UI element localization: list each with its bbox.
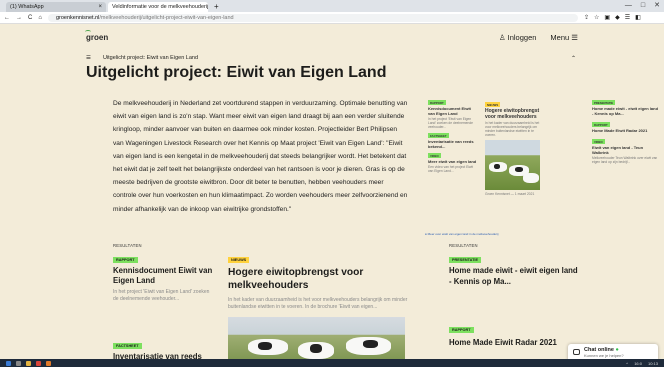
badge: VIDEO bbox=[592, 139, 605, 144]
intro-paragraph: De melkveehouderij in Nederland zet voor… bbox=[113, 100, 408, 213]
url-path: /melkveehouderij/uitgelicht-project-eiwi… bbox=[99, 14, 234, 21]
results-label-left: RESULTATEN bbox=[113, 243, 142, 248]
tab-label: Veldinformatie voor de melkveehouderij bbox=[112, 4, 208, 10]
preview-item[interactable]: RAPPORT Home Made Eiwit Radar 2021 bbox=[592, 122, 658, 133]
note-text: Meer over eiwit van eigen land in de mel… bbox=[427, 232, 499, 236]
menu-button[interactable]: Menu ☰ bbox=[550, 33, 578, 42]
preview-item[interactable]: VIDEO Eiwit van eigen land - Teun Walbrin… bbox=[592, 139, 658, 164]
extensions: ⇪ ☆ ▣ ◆ ☰ ◧ bbox=[584, 14, 641, 21]
browser-tab-bar: (1) WhatsApp × Veldinformatie voor de mel… bbox=[0, 0, 664, 12]
preview-title: Meer eiwit van eigen land bbox=[428, 159, 477, 164]
user-icon: ♙ bbox=[498, 32, 508, 42]
minimize-button[interactable]: — bbox=[625, 0, 632, 11]
preview-item[interactable]: VIDEO Meer eiwit van eigen land Een video … bbox=[428, 153, 478, 173]
badge-rapport-2: RAPPORT bbox=[449, 327, 474, 333]
page-subnav[interactable]: ☰ Uitgelicht project: Eiwit van Eigen La… bbox=[86, 52, 576, 64]
badge-rapport: RAPPORT bbox=[113, 257, 138, 263]
url-domain: groenkennisnet.nl bbox=[55, 14, 100, 21]
preview-title: Kennisdocument Eiwit van Eigen Land bbox=[428, 106, 471, 116]
preview-title: Home Made Eiwit Radar 2021 bbox=[592, 128, 648, 133]
tray-text: 16:0 bbox=[634, 360, 642, 366]
hamburger-icon: ☰ bbox=[569, 32, 578, 42]
results-preview[interactable]: RAPPORT Kennisdocument Eiwit van Eigen La… bbox=[425, 98, 660, 238]
puzzle-icon[interactable]: ◆ bbox=[615, 14, 620, 21]
badge: VIDEO bbox=[428, 153, 441, 158]
preview-item[interactable]: PRESENTATIE Home made eiwit - eiwit eigen… bbox=[592, 100, 658, 116]
preview-text: Een video van het project Eiwit van Eige… bbox=[428, 165, 474, 173]
share-icon[interactable]: ⇪ bbox=[584, 14, 589, 21]
chat-subtitle: Kunnen we je helpen? bbox=[584, 353, 624, 358]
preview-text: In het kader van duurzaamheid is het voo… bbox=[485, 121, 540, 137]
reload-icon[interactable]: C bbox=[28, 15, 32, 21]
results-label-right: RESULTATEN bbox=[449, 243, 478, 248]
bookmark-star-icon[interactable]: ☆ bbox=[594, 14, 599, 21]
badge: PRESENTATIE bbox=[592, 100, 616, 105]
search-icon[interactable] bbox=[16, 360, 21, 366]
badge: RAPPORT bbox=[428, 100, 446, 105]
tab-whatsapp[interactable]: (1) WhatsApp × bbox=[6, 2, 106, 12]
chrome-icon[interactable] bbox=[36, 360, 41, 366]
preview-title: Eiwit van eigen land - Teun Walbrink bbox=[592, 145, 644, 155]
card-text-eiwitopbrengst: In het kader van duurzaamheid is het voo… bbox=[228, 297, 408, 310]
groen-logo[interactable]: groen bbox=[84, 29, 108, 42]
site-header: groen ♙ Inloggen Menu ☰ bbox=[0, 25, 664, 49]
login-label: Inloggen bbox=[507, 32, 537, 42]
close-icon[interactable]: × bbox=[98, 2, 102, 12]
preview-left-column: RAPPORT Kennisdocument Eiwit van Eigen La… bbox=[428, 100, 478, 173]
new-tab-button[interactable]: + bbox=[210, 2, 223, 12]
back-icon[interactable]: ← bbox=[4, 15, 10, 21]
home-icon[interactable]: ⌂ bbox=[38, 15, 42, 21]
menu-icon[interactable]: ☰ bbox=[625, 14, 630, 21]
preview-title: Hogere eiwitopbrengst voor melkveehouder… bbox=[485, 108, 540, 120]
extension-icon[interactable]: ▣ bbox=[604, 14, 610, 21]
preview-text: In het project 'Eiwit van Eigen Land' zo… bbox=[428, 117, 473, 129]
badge: FACTSHEET bbox=[428, 133, 449, 138]
window-controls: — □ ✕ bbox=[625, 0, 660, 11]
page-title: Uitgelicht project: Eiwit van Eigen Land bbox=[86, 64, 387, 81]
badge: RAPPORT bbox=[592, 122, 610, 127]
preview-item[interactable]: RAPPORT Kennisdocument Eiwit van Eigen La… bbox=[428, 100, 478, 129]
chevron-up-icon[interactable]: ⌃ bbox=[571, 55, 576, 62]
login-button[interactable]: ♙ Inloggen bbox=[499, 33, 537, 42]
preview-right-column: PRESENTATIE Home made eiwit - eiwit eigen… bbox=[592, 100, 658, 164]
preview-item[interactable]: FACTSHEET Inventarisatie van reeds bekend… bbox=[428, 133, 478, 149]
os-taskbar: ^ 16:0 10:13 bbox=[0, 359, 664, 367]
subnav-label: Uitgelicht project: Eiwit van Eigen Land bbox=[102, 55, 199, 61]
url-field[interactable]: groenkennisnet.nl/melkveehouderij/uitgel… bbox=[47, 13, 578, 22]
cows-image bbox=[485, 140, 540, 190]
preview-text: Melkveehouder Teun Walbrink over eiwit v… bbox=[592, 156, 658, 164]
forward-icon[interactable]: → bbox=[16, 15, 22, 21]
tab-groenkennisnet[interactable]: Veldinformatie voor de melkveehouderij× bbox=[108, 2, 208, 12]
preview-title: Inventarisatie van reeds bekend... bbox=[428, 139, 474, 149]
list-icon: ☰ bbox=[86, 55, 91, 61]
menu-label: Menu bbox=[550, 32, 570, 42]
tray-expand-icon[interactable]: ^ bbox=[626, 361, 628, 366]
badge: NIEUWS bbox=[485, 102, 501, 107]
system-tray: ^ 16:0 10:13 bbox=[626, 361, 664, 366]
clock: 10:13 bbox=[647, 360, 658, 366]
address-bar: ← → C ⌂ groenkennisnet.nl/melkveehouderi… bbox=[0, 12, 664, 24]
card-text-kennisdocument: In het project 'Eiwit van Eigen Land' zo… bbox=[113, 289, 210, 302]
profile-icon[interactable]: ◧ bbox=[635, 14, 641, 21]
preview-center-card[interactable]: NIEUWS Hogere eiwitopbrengst voor melkve… bbox=[485, 102, 540, 196]
badge-presentatie: PRESENTATIE bbox=[449, 257, 482, 263]
card-title-home-made-eiwit[interactable]: Home made eiwit - eiwit eigen land - Ken… bbox=[449, 266, 579, 287]
folder-icon[interactable] bbox=[26, 360, 31, 366]
card-title-kennisdocument[interactable]: Kennisdocument Eiwit van Eigen Land bbox=[113, 266, 213, 286]
close-window-button[interactable]: ✕ bbox=[654, 0, 660, 11]
preview-title: Home made eiwit - eiwit eigen land - Ken… bbox=[592, 106, 659, 116]
preview-date: Groen Kennisnet — 1 maart 2021 bbox=[485, 192, 535, 196]
badge-nieuws: NIEUWS bbox=[228, 257, 250, 263]
card-title-eiwit-radar[interactable]: Home Made Eiwit Radar 2021 bbox=[449, 338, 579, 349]
card-title-eiwitopbrengst[interactable]: Hogere eiwitopbrengst voor melkveehouder… bbox=[228, 266, 413, 292]
tab-label: (1) WhatsApp bbox=[10, 4, 44, 10]
maximize-button[interactable]: □ bbox=[641, 0, 645, 11]
chat-icon bbox=[573, 349, 580, 355]
preview-note[interactable]: ● Meer over eiwit van eigen land in de m… bbox=[425, 232, 498, 236]
start-icon[interactable] bbox=[6, 360, 11, 366]
app-icon[interactable] bbox=[46, 360, 51, 366]
badge-factsheet: FACTSHEET bbox=[113, 343, 142, 349]
